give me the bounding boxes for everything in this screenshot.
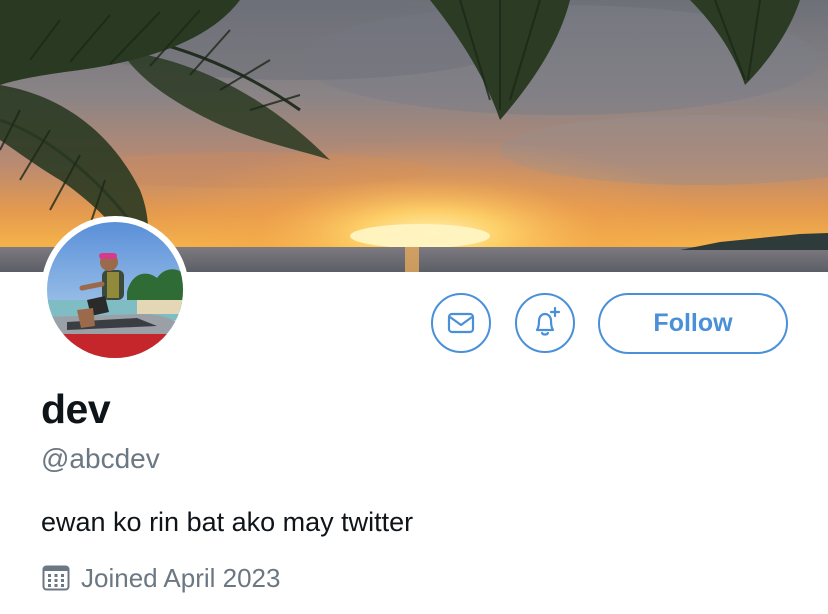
envelope-icon — [447, 312, 475, 334]
joined-label: Joined April 2023 — [81, 563, 281, 593]
avatar-image — [47, 222, 183, 358]
message-button[interactable] — [431, 293, 491, 353]
profile-bio: ewan ko rin bat ako may twitter — [41, 507, 414, 537]
calendar-icon — [42, 565, 70, 591]
profile-page: Follow dev @abcdev ewan ko rin bat ako m… — [0, 0, 828, 614]
avatar[interactable] — [41, 216, 189, 364]
bell-plus-icon — [535, 306, 561, 336]
follow-button[interactable]: Follow — [598, 293, 788, 354]
user-handle: @abcdev — [41, 443, 160, 474]
notifications-button[interactable] — [515, 293, 575, 353]
joined-date: Joined April 2023 — [41, 561, 280, 595]
display-name: dev — [41, 386, 111, 432]
